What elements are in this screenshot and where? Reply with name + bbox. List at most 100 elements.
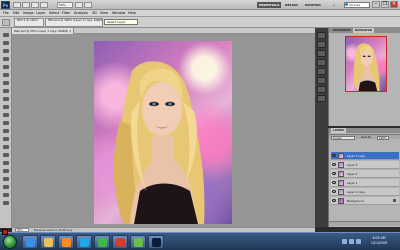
visibility-eye-icon[interactable]	[332, 181, 336, 184]
shape-tool-icon[interactable]	[2, 168, 10, 174]
crop-tool-icon[interactable]	[2, 64, 10, 70]
explorer-icon[interactable]	[40, 235, 56, 249]
layer-row[interactable]: Layer 2	[331, 170, 399, 178]
navigator-preview-image	[353, 43, 380, 91]
tool-preset-picker[interactable]	[2, 19, 10, 26]
3d-rotate-tool-icon[interactable]	[2, 176, 10, 182]
actions-panel-icon[interactable]	[317, 41, 326, 48]
character-panel-icon[interactable]	[317, 68, 326, 75]
close-button[interactable]: ×	[390, 1, 398, 8]
zoom-level-button[interactable]	[40, 2, 48, 8]
visibility-eye-icon[interactable]	[332, 154, 336, 157]
eraser-tool-icon[interactable]	[2, 112, 10, 118]
swatches-panel-icon[interactable]	[317, 86, 326, 93]
arrange-documents-button[interactable]	[75, 2, 83, 8]
document-tab-2[interactable]: PSD psd @ 100% (Layer 3 copy, RGB/8)	[45, 18, 103, 27]
visibility-eye-icon[interactable]	[332, 199, 336, 202]
marquee-tool-icon[interactable]	[2, 40, 10, 46]
layer-row[interactable]: Layer 3 copy	[331, 152, 399, 160]
opacity-field[interactable]: 100%	[377, 136, 389, 140]
layer-name: Layer 3	[347, 163, 358, 167]
start-button[interactable]	[3, 235, 17, 249]
visibility-eye-icon[interactable]	[332, 163, 336, 166]
workspace-painting[interactable]: PAINTING	[305, 2, 321, 8]
type-tool-icon[interactable]	[2, 152, 10, 158]
menu-file[interactable]: File	[3, 11, 9, 16]
mini-bridge-button[interactable]	[22, 2, 30, 8]
photoshop-icon[interactable]	[148, 235, 164, 249]
eyedropper-tool-icon[interactable]	[2, 72, 10, 78]
menu-filter[interactable]: Filter	[62, 11, 70, 16]
media-player-icon[interactable]	[58, 235, 74, 249]
bridge-button[interactable]	[13, 2, 21, 8]
blend-mode-select[interactable]: Screen	[331, 136, 355, 140]
layer-thumbnail	[338, 180, 344, 186]
visibility-eye-icon[interactable]	[332, 172, 336, 175]
move-tool-icon[interactable]	[2, 32, 10, 38]
more-workspaces-button[interactable]: »	[333, 2, 335, 8]
visibility-eye-icon[interactable]	[332, 190, 336, 193]
tray-icon[interactable]	[342, 239, 347, 244]
menu-edit[interactable]: Edit	[13, 11, 20, 16]
document-tab-1[interactable]: PSD 4 @ 100%	[14, 18, 44, 27]
blur-tool-icon[interactable]	[2, 128, 10, 134]
3d-orbit-tool-icon[interactable]	[2, 184, 10, 190]
skype-icon[interactable]	[76, 235, 92, 249]
network-icon[interactable]	[349, 239, 354, 244]
menu-3d[interactable]: 3D	[92, 11, 97, 16]
paragraph-panel-icon[interactable]	[317, 77, 326, 84]
taskbar-clock[interactable]: 4:05 AM 1/21/2009	[368, 236, 390, 245]
portrait-image	[113, 61, 205, 224]
history-panel-icon[interactable]	[317, 32, 326, 39]
navigator-thumbnail[interactable]	[345, 36, 387, 92]
utorrent-icon[interactable]	[130, 235, 146, 249]
path-selection-tool-icon[interactable]	[2, 160, 10, 166]
layers-panel-footer	[329, 221, 400, 226]
minimize-button[interactable]: –	[372, 1, 380, 8]
dodge-tool-icon[interactable]	[2, 136, 10, 142]
history-brush-tool-icon[interactable]	[2, 104, 10, 110]
healing-brush-tool-icon[interactable]	[2, 80, 10, 86]
brush-tool-icon[interactable]	[2, 88, 10, 94]
layer-row[interactable]: Layer 1	[331, 179, 399, 187]
layer-row[interactable]: Layer 2 copy	[331, 188, 399, 196]
workspace-essentials[interactable]: ESSENTIALS	[257, 2, 282, 8]
tab-histogram[interactable]: HISTOGRAM	[331, 28, 353, 33]
tab-navigator[interactable]: NAVIGATOR	[353, 28, 374, 33]
clock-date: 1/21/2009	[370, 240, 388, 245]
layer-row[interactable]: Layer 3	[331, 161, 399, 169]
zoom-tool-icon[interactable]	[2, 200, 10, 206]
foreground-color-swatch[interactable]	[2, 229, 8, 235]
chrome-icon[interactable]	[112, 235, 128, 249]
brush-presets-panel-icon[interactable]	[317, 50, 326, 57]
messenger-icon[interactable]	[94, 235, 110, 249]
layers-panel-header: LAYERS	[329, 128, 400, 133]
hand-tool-icon[interactable]	[2, 192, 10, 198]
lasso-tool-icon[interactable]	[2, 48, 10, 54]
clone-source-panel-icon[interactable]	[317, 59, 326, 66]
pen-tool-icon[interactable]	[2, 144, 10, 150]
ie-icon[interactable]	[22, 235, 38, 249]
menu-layer[interactable]: Layer	[36, 11, 45, 16]
navigator-panel-header: HISTOGRAM NAVIGATOR	[329, 28, 400, 33]
tab-layers[interactable]: LAYERS	[331, 128, 346, 133]
menu-analysis[interactable]: Analysis	[74, 11, 88, 16]
zoom-level-field[interactable]: 50%	[57, 2, 73, 8]
screen-mode-button[interactable]	[84, 2, 92, 8]
tools-panel	[0, 28, 12, 238]
quick-select-tool-icon[interactable]	[2, 56, 10, 62]
menu-help[interactable]: Help	[128, 11, 136, 16]
document-canvas[interactable]	[94, 41, 232, 224]
workspace-design[interactable]: DESIGN	[285, 2, 298, 8]
volume-icon[interactable]	[356, 239, 361, 244]
layer-row[interactable]: Background	[331, 197, 399, 205]
clone-stamp-tool-icon[interactable]	[2, 96, 10, 102]
extras-button[interactable]	[31, 2, 39, 8]
menu-image[interactable]: Image	[23, 11, 34, 16]
styles-panel-icon[interactable]	[317, 95, 326, 102]
restore-button[interactable]: ❐	[381, 1, 389, 8]
menu-view[interactable]: View	[100, 11, 108, 16]
menu-select[interactable]: Select	[49, 11, 59, 16]
menu-window[interactable]: Window	[112, 11, 125, 16]
gradient-tool-icon[interactable]	[2, 120, 10, 126]
